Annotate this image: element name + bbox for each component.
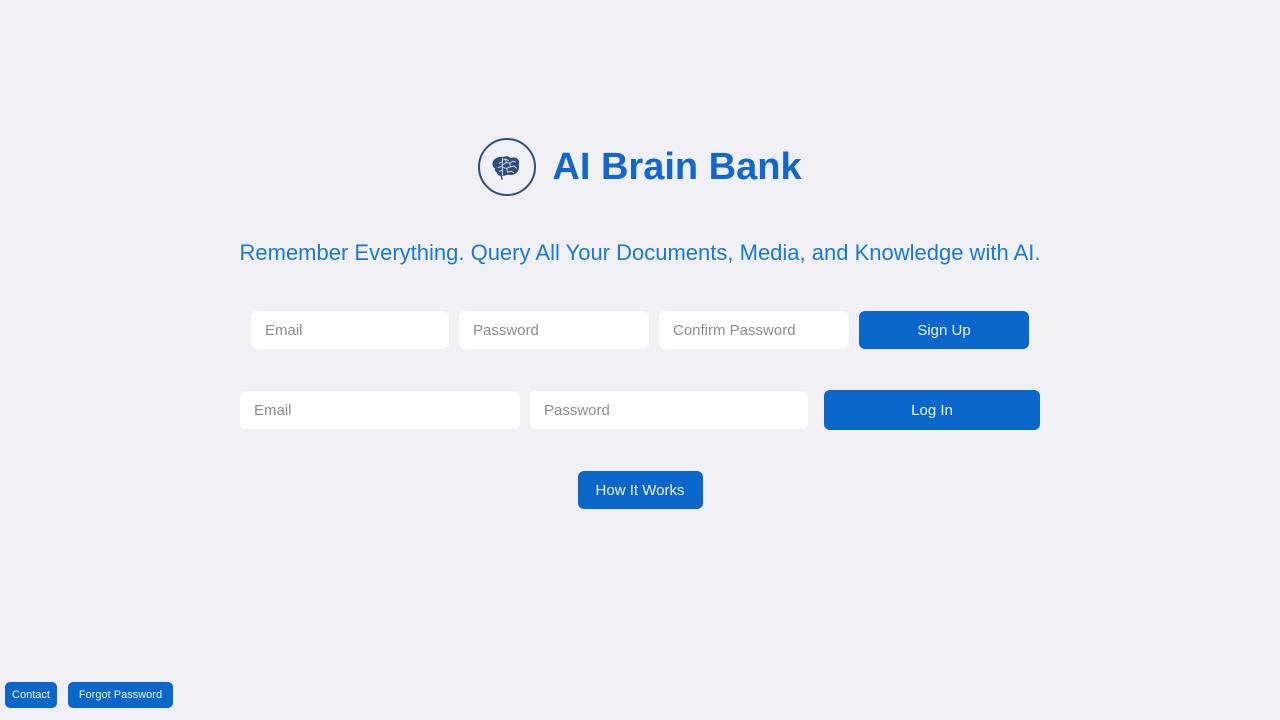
brand-header: AI Brain Bank (478, 136, 802, 198)
how-it-works-button[interactable]: How It Works (577, 471, 703, 509)
login-password-input[interactable] (530, 391, 808, 429)
log-in-button[interactable]: Log In (824, 390, 1040, 430)
login-form: Log In (240, 390, 1040, 430)
signup-confirm-password-input[interactable] (659, 311, 849, 349)
contact-button[interactable]: Contact (5, 682, 57, 708)
landing-hero: AI Brain Bank Remember Everything. Query… (0, 0, 1280, 720)
footer-actions: Contact Forgot Password (5, 682, 173, 708)
tagline: Remember Everything. Query All Your Docu… (239, 240, 1041, 265)
signup-password-input[interactable] (459, 311, 649, 349)
signup-email-input[interactable] (251, 311, 449, 349)
page-title: AI Brain Bank (552, 146, 802, 188)
login-email-input[interactable] (240, 391, 520, 429)
signup-form: Sign Up (251, 311, 1029, 349)
sign-up-button[interactable]: Sign Up (859, 311, 1029, 349)
brain-icon (478, 138, 537, 196)
forgot-password-button[interactable]: Forgot Password (68, 682, 173, 708)
